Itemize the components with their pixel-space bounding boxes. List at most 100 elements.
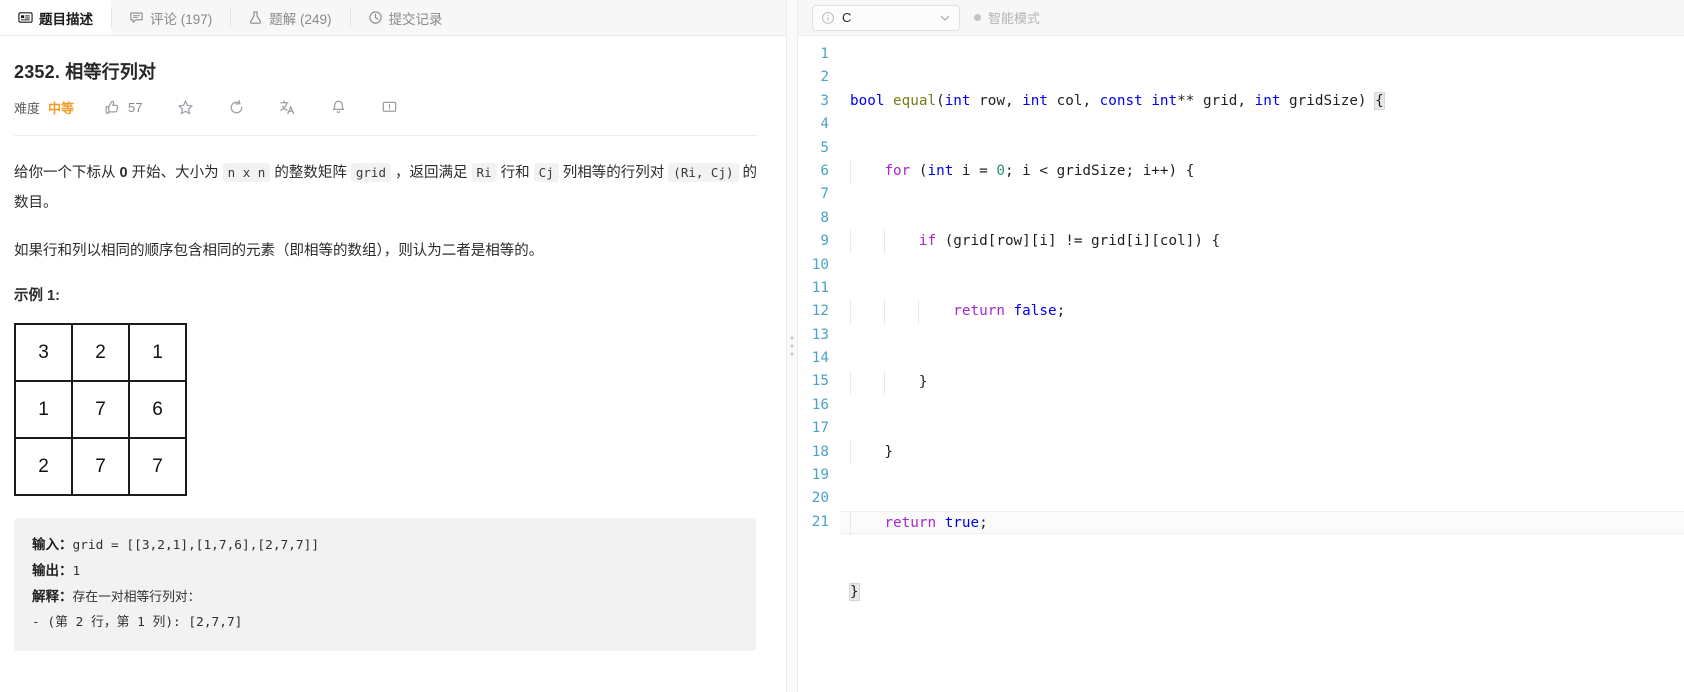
panel-splitter[interactable]	[786, 0, 798, 692]
example-heading: 示例 1:	[14, 288, 60, 304]
translate-button[interactable]	[279, 99, 296, 116]
code-line: bool equal(int row, int col, const int**…	[850, 91, 1385, 110]
input-label: 输入：	[32, 537, 73, 552]
text-fragment: 给你一个下标从	[14, 165, 120, 181]
inline-code: (Ri, Cj)	[668, 163, 739, 182]
report-button[interactable]	[381, 99, 398, 116]
line-number: 4	[820, 116, 829, 133]
problem-paragraph-2: 如果行和列以相同的顺序包含相同的元素（即相等的数组），则认为二者是相等的。	[14, 243, 544, 259]
tab-label: 评论 (197)	[150, 11, 213, 27]
info-circle-icon	[821, 11, 835, 25]
solution-flask-icon	[248, 10, 263, 25]
difficulty-badge: 中等	[48, 101, 75, 116]
share-button[interactable]	[228, 99, 245, 116]
translate-icon	[279, 99, 296, 116]
inline-code: Cj	[533, 163, 559, 182]
language-select[interactable]: C	[812, 4, 960, 31]
line-number: 19	[811, 467, 829, 484]
like-count: 57	[128, 100, 143, 115]
explain-label: 解释：	[32, 589, 73, 604]
line-number: 18	[811, 443, 829, 460]
description-icon	[18, 10, 33, 25]
favorite-button[interactable]	[177, 99, 194, 116]
like-icon	[104, 99, 121, 116]
line-number: 5	[820, 139, 829, 156]
line-number: 12	[811, 303, 829, 320]
difficulty-label: 难度	[14, 101, 41, 116]
line-number: 20	[811, 490, 829, 507]
text-fragment: ，返回满足	[390, 165, 472, 181]
report-icon	[381, 99, 398, 116]
text-fragment: 开始、大小为	[127, 165, 223, 181]
inline-code: grid	[350, 163, 391, 182]
problem-content: 2352. 相等行列对 难度 中等 57 给你一个下标从 0 开始、大小为 n …	[0, 36, 786, 692]
line-number: 9	[820, 233, 829, 250]
line-number: 15	[811, 373, 829, 390]
tab-comments[interactable]: 评论 (197)	[111, 0, 230, 35]
line-number: 10	[811, 256, 829, 273]
tab-label: 题解 (249)	[269, 11, 332, 27]
editor-toolbar: C 智能模式	[798, 0, 1684, 36]
line-number-gutter: 123 456 789 10 11 12 13 14 15 16 17 18 19 20 21	[798, 43, 840, 692]
chevron-down-icon	[939, 12, 951, 24]
tab-submissions[interactable]: 提交记录	[349, 0, 461, 35]
bell-icon	[330, 99, 347, 116]
text-fragment: 的整数矩阵	[270, 165, 351, 181]
code-editor[interactable]: 123 456 789 10 11 12 13 14 15 16 17 18 19 20 21 …	[798, 36, 1684, 692]
matrix-cell: 6	[128, 380, 187, 439]
star-icon	[177, 99, 194, 116]
table-row: 2 7 7	[14, 437, 187, 496]
code-line: }	[840, 440, 1684, 465]
status-dot-icon	[974, 14, 981, 21]
matrix-cell: 1	[128, 323, 187, 382]
line-number: 17	[811, 420, 829, 437]
line-number: 16	[811, 396, 829, 413]
smart-mode-label: 智能模式	[988, 11, 1041, 26]
text-fragment: 列相等的行列对	[558, 165, 669, 181]
line-number: 8	[820, 209, 829, 226]
matrix-cell: 1	[14, 380, 73, 439]
code-lines[interactable]: bool equal(int row, int col, const int**…	[840, 43, 1684, 692]
notification-button[interactable]	[330, 99, 347, 116]
like-button[interactable]: 57	[104, 99, 143, 116]
line-number: 2	[820, 69, 829, 86]
table-row: 3 2 1	[14, 323, 187, 382]
tab-label: 题目描述	[39, 11, 93, 27]
matrix-cell: 2	[14, 437, 73, 496]
line-number: 11	[811, 279, 829, 296]
code-line: for (int i = 0; i < gridSize; i++) {	[840, 160, 1684, 184]
matrix-cell: 7	[128, 437, 187, 496]
code-line: }	[840, 370, 1684, 395]
tab-solutions[interactable]: 题解 (249)	[230, 0, 349, 35]
line-number: 14	[811, 350, 829, 367]
smart-mode-toggle[interactable]: 智能模式	[974, 8, 1040, 27]
line-number: 7	[820, 186, 829, 203]
tab-label: 提交记录	[388, 11, 443, 27]
language-select-value: C	[842, 10, 852, 25]
matrix-cell: 7	[71, 437, 130, 496]
code-line: return false;	[840, 300, 1684, 324]
code-line-current: return true;	[840, 511, 1684, 536]
code-editor-panel: C 智能模式 123 456 789 10 11 12 13 14 15 16 17 18	[798, 0, 1684, 692]
problem-paragraph-1: 给你一个下标从 0 开始、大小为 n x n 的整数矩阵 grid ，返回满足 …	[14, 158, 758, 218]
line-number: 21	[811, 513, 829, 530]
code-line: if (grid[row][i] != grid[i][col]) {	[840, 230, 1684, 254]
code-line: }	[849, 583, 860, 602]
share-icon	[228, 99, 245, 116]
line-number: 13	[811, 326, 829, 343]
table-row: 1 7 6	[14, 380, 187, 439]
splitter-handle-dots	[790, 336, 794, 356]
output-value: 1	[72, 564, 81, 579]
line-number: 1	[820, 46, 829, 62]
matrix-cell: 2	[71, 323, 130, 382]
problem-meta: 难度 中等 57	[14, 98, 758, 117]
divider	[14, 135, 758, 136]
comment-icon	[129, 10, 144, 25]
input-value: grid = [[3,2,1],[1,7,6],[2,7,7]]	[72, 538, 320, 553]
tab-description[interactable]: 题目描述	[0, 0, 111, 35]
leetcode-problem-workspace: 题目描述 评论 (197) 题解 (249) 提交记录 2352. 相等行列对 …	[0, 0, 1684, 692]
output-label: 输出：	[32, 563, 73, 578]
clock-history-icon	[368, 10, 383, 25]
editor-viewport: 123 456 789 10 11 12 13 14 15 16 17 18 19 20 21 …	[798, 36, 1684, 692]
